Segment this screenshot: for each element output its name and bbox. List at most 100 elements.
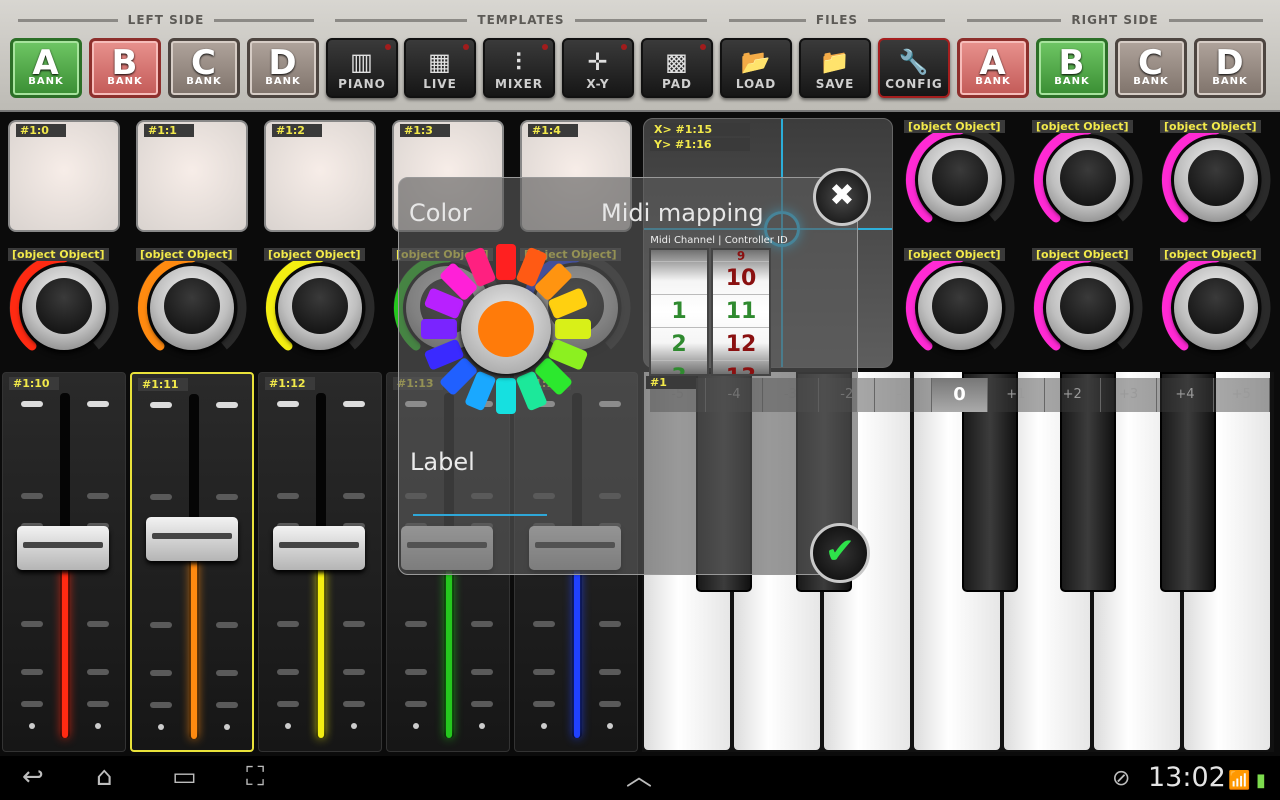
color-swatch[interactable] (555, 319, 591, 339)
left-bank-d-button[interactable]: D BANK (247, 38, 319, 98)
knob-tag: [object Object] (264, 248, 365, 261)
rotary-knob[interactable]: [object Object] (1026, 246, 1150, 370)
color-swatch[interactable] (421, 319, 457, 339)
recent-apps-icon[interactable]: ▭ (172, 762, 197, 792)
octave-option[interactable]: 0 (931, 378, 989, 412)
fader-cap[interactable] (273, 526, 365, 570)
fader-cap[interactable] (146, 517, 238, 561)
fader-tick (471, 701, 493, 707)
save-button[interactable]: 📁 SAVE (799, 38, 871, 98)
close-icon: ✖ (829, 178, 855, 213)
controller-id-picker[interactable]: 910111213 (711, 248, 771, 376)
fader-cap[interactable] (17, 526, 109, 570)
knob-cap (292, 278, 348, 334)
rotary-knob[interactable]: [object Object] (1026, 118, 1150, 242)
back-icon[interactable]: ↩ (22, 762, 44, 792)
fader-strip[interactable]: #1:10 (2, 372, 126, 752)
channel-option[interactable]: 3 (651, 361, 707, 374)
piano-template-button[interactable]: ▥ PIANO (326, 38, 398, 98)
left-bank-a-button[interactable]: A BANK (10, 38, 82, 98)
tab-color[interactable]: Color (409, 178, 519, 236)
grid-icon: ▦ (428, 48, 452, 76)
fader-level (446, 566, 452, 738)
color-wheel[interactable] (421, 244, 591, 414)
rotary-knob[interactable]: [object Object] (2, 246, 126, 370)
left-bank-b-button[interactable]: B BANK (89, 38, 161, 98)
dialog-confirm-button[interactable]: ✔ (810, 523, 870, 583)
button-label: SAVE (815, 77, 855, 91)
octave-option[interactable]: +1 (988, 378, 1045, 412)
config-button[interactable]: 🔧 CONFIG (878, 38, 950, 98)
color-swatch[interactable] (496, 244, 516, 280)
right-bank-a-button[interactable]: A BANK (957, 38, 1029, 98)
pad-tag: #1:3 (400, 124, 450, 137)
live-template-button[interactable]: ▦ LIVE (404, 38, 476, 98)
button-label: BANK (265, 76, 301, 87)
fader-tick (216, 670, 238, 676)
button-label: PIANO (338, 77, 386, 91)
tab-midi-mapping[interactable]: Midi mapping (601, 178, 801, 236)
color-swatch[interactable] (496, 378, 516, 414)
app-root: LEFT SIDE TEMPLATES FILES RIGHT SIDE A BA… (0, 0, 1280, 800)
knob-body (278, 266, 362, 350)
controller-option[interactable]: 10 (713, 262, 769, 295)
section-files: FILES (719, 13, 955, 27)
fader-tick (541, 723, 547, 729)
octave-option[interactable]: +5 (1213, 378, 1270, 412)
octave-option[interactable]: +2 (1044, 378, 1101, 412)
xy-template-button[interactable]: ✛ X-Y (562, 38, 634, 98)
app-tray-up-icon[interactable]: ︿ (626, 762, 652, 792)
mixer-template-button[interactable]: ⫶ MIXER (483, 38, 555, 98)
knob-body (1174, 266, 1258, 350)
pad-template-button[interactable]: ▩ PAD (641, 38, 713, 98)
knob-body (150, 266, 234, 350)
controller-option[interactable]: 11 (713, 295, 769, 328)
fader-tick (351, 723, 357, 729)
rotary-knob[interactable]: [object Object] (1154, 246, 1278, 370)
dialog-close-button[interactable]: ✖ (813, 168, 871, 226)
rotary-knob[interactable]: [object Object] (898, 118, 1022, 242)
label-input[interactable] (413, 484, 547, 516)
left-bank-c-button[interactable]: C BANK (168, 38, 240, 98)
knob-tag: [object Object] (1160, 120, 1261, 133)
pad-button[interactable]: #1:0 (8, 120, 120, 232)
octave-option[interactable]: -1 (875, 378, 932, 412)
fader-tick (277, 401, 299, 407)
channel-option[interactable] (651, 262, 707, 295)
rotary-knob[interactable]: [object Object] (258, 246, 382, 370)
load-button[interactable]: 📂 LOAD (720, 38, 792, 98)
screenshot-icon[interactable]: ⛶ (246, 762, 264, 792)
button-label: LOAD (735, 77, 777, 91)
knob-tag: [object Object] (904, 120, 1005, 133)
rotary-knob[interactable]: [object Object] (898, 246, 1022, 370)
fader-strip[interactable]: #1:12 (258, 372, 382, 752)
fader-tick (87, 621, 109, 627)
knob-body (918, 266, 1002, 350)
pad-button[interactable]: #1:1 (136, 120, 248, 232)
knob-tag: [object Object] (8, 248, 109, 261)
right-bank-c-button[interactable]: C BANK (1115, 38, 1187, 98)
channel-option[interactable]: 2 (651, 328, 707, 361)
right-bank-d-button[interactable]: D BANK (1194, 38, 1266, 98)
fader-strip[interactable]: #1:11 (130, 372, 254, 752)
controller-option[interactable]: 9 (713, 250, 769, 262)
midi-channel-picker[interactable]: 123 (649, 248, 709, 376)
indicator-led (542, 44, 548, 50)
wrench-icon: 🔧 (898, 48, 930, 76)
channel-option[interactable]: 1 (651, 295, 707, 328)
knob-tag: [object Object] (1160, 248, 1261, 261)
xy-x-mapping-tag: X> #1:15 (650, 123, 750, 136)
controller-option[interactable]: 12 (713, 328, 769, 361)
controller-option[interactable]: 13 (713, 361, 769, 374)
right-bank-b-button[interactable]: B BANK (1036, 38, 1108, 98)
channel-option[interactable] (651, 250, 707, 262)
knob-cap (932, 278, 988, 334)
fader-tick (599, 621, 621, 627)
fader-tick (599, 669, 621, 675)
octave-option[interactable]: +4 (1157, 378, 1214, 412)
home-icon[interactable]: ⌂ (96, 762, 113, 792)
octave-option[interactable]: +3 (1100, 378, 1158, 412)
rotary-knob[interactable]: [object Object] (1154, 118, 1278, 242)
rotary-knob[interactable]: [object Object] (130, 246, 254, 370)
pad-button[interactable]: #1:2 (264, 120, 376, 232)
